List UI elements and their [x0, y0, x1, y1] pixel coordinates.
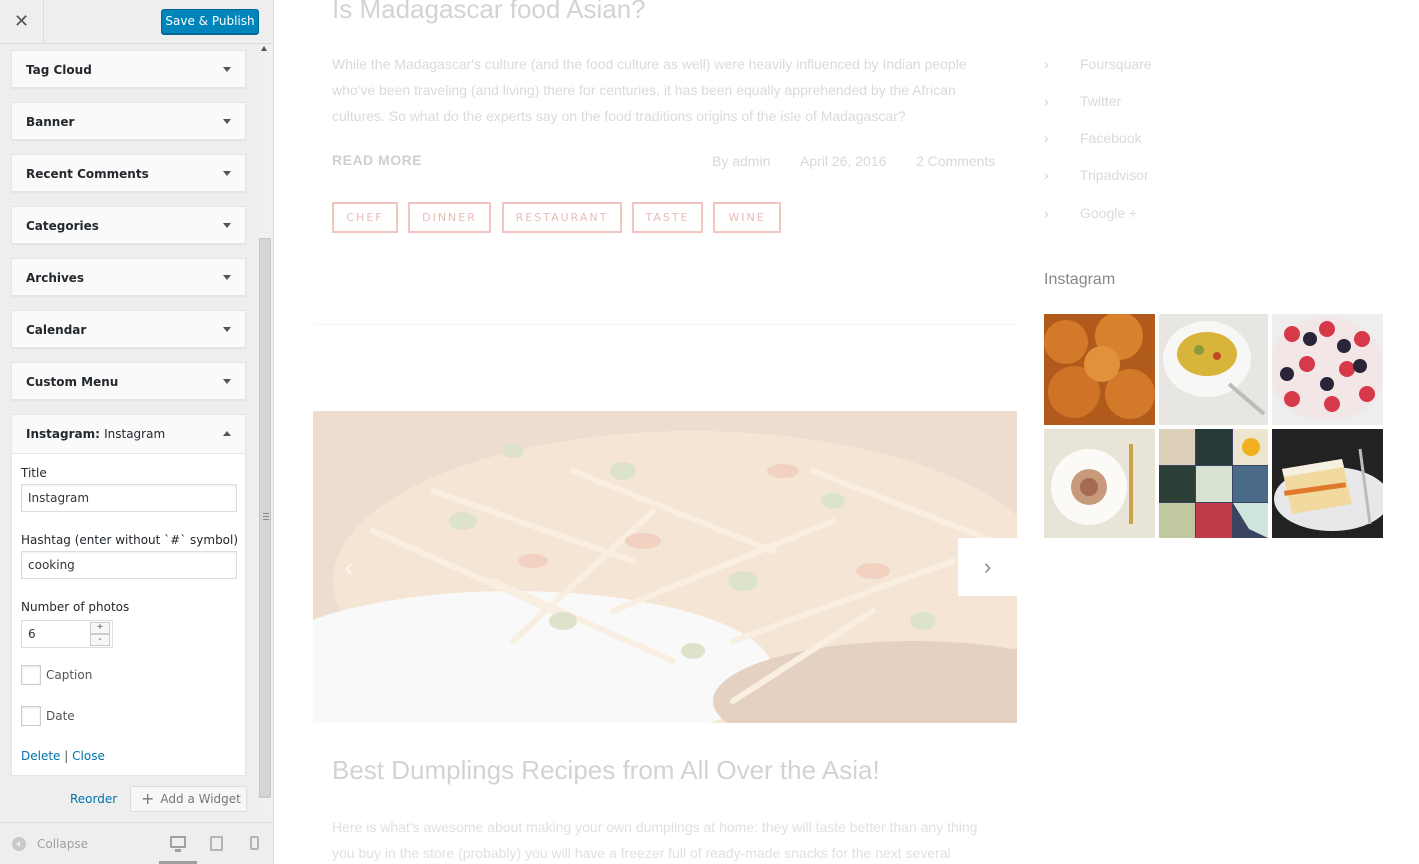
widget-banner[interactable]: Banner: [11, 102, 246, 140]
widget-type-label: Instagram:: [26, 427, 100, 441]
post-comments[interactable]: 2 Comments: [916, 153, 995, 169]
date-label: Date: [46, 709, 75, 723]
chevron-right-icon: ›: [1044, 56, 1049, 72]
chevron-down-icon[interactable]: [223, 379, 231, 384]
widget-tag-cloud[interactable]: Tag Cloud: [11, 50, 246, 88]
chevron-up-icon[interactable]: [223, 431, 231, 436]
widget-title: Custom Menu: [26, 375, 119, 389]
instagram-photo-layer-cake[interactable]: [1272, 429, 1383, 538]
site-preview: Is Madagascar food Asian? While the Mada…: [274, 0, 1419, 864]
tag-dinner[interactable]: DINNER: [408, 202, 491, 233]
social-label: Facebook: [1080, 130, 1142, 146]
post-title[interactable]: Best Dumplings Recipes from All Over the…: [332, 755, 880, 786]
plus-icon: +: [141, 789, 155, 808]
post-excerpt: While the Madagascar's culture (and the …: [332, 56, 967, 124]
read-more-link[interactable]: READ MORE: [332, 152, 422, 168]
title-input[interactable]: Instagram: [21, 484, 237, 512]
date-checkbox[interactable]: [21, 706, 41, 726]
chevron-right-icon: ›: [1044, 205, 1049, 221]
widget-title: Calendar: [26, 323, 87, 337]
widget-recent-comments[interactable]: Recent Comments: [11, 154, 246, 192]
widget-categories[interactable]: Categories: [11, 206, 246, 244]
widget-instagram: Instagram: Instagram Title Instagram Has…: [11, 414, 246, 776]
photos-count-value: 6: [28, 627, 36, 641]
instagram-photo-spaghetti[interactable]: [1044, 429, 1155, 540]
chevron-down-icon[interactable]: [223, 171, 231, 176]
scroll-up-icon[interactable]: [261, 46, 267, 51]
mobile-icon[interactable]: [250, 836, 259, 850]
chevron-down-icon[interactable]: [223, 275, 231, 280]
tag-taste[interactable]: TASTE: [632, 202, 703, 233]
save-publish-button[interactable]: Save & Publish: [161, 9, 259, 34]
chevron-right-icon: ›: [1044, 130, 1049, 146]
widget-instagram-header[interactable]: Instagram: Instagram: [12, 415, 245, 454]
tag-restaurant[interactable]: RESTAURANT: [502, 202, 622, 233]
hashtag-input[interactable]: cooking: [21, 551, 237, 579]
customizer-header: ✕ Save & Publish: [0, 0, 273, 44]
widget-archives[interactable]: Archives: [11, 258, 246, 296]
widget-actions: Delete | Close: [21, 749, 105, 763]
widget-title: Archives: [26, 271, 85, 285]
sidebar-scrollbar[interactable]: [258, 44, 272, 822]
grip-icon: [263, 513, 269, 520]
photos-count-label: Number of photos: [21, 600, 130, 614]
increment-button[interactable]: +: [90, 622, 110, 634]
close-icon[interactable]: ✕: [0, 0, 44, 43]
social-label: Tripadvisor: [1080, 167, 1149, 183]
close-link[interactable]: Close: [72, 749, 105, 763]
delete-link[interactable]: Delete: [21, 749, 60, 763]
scrollbar-thumb[interactable]: [259, 238, 271, 798]
customizer-sidebar: ✕ Save & Publish Tag Cloud Banner Recent…: [0, 0, 274, 864]
post-date[interactable]: April 26, 2016: [800, 153, 886, 169]
chevron-down-icon[interactable]: [223, 67, 231, 72]
widget-title: Tag Cloud: [26, 63, 92, 77]
chevron-down-icon[interactable]: [223, 223, 231, 228]
featured-image-slider[interactable]: ‹ ›: [313, 411, 1017, 723]
chevron-right-icon[interactable]: ›: [958, 538, 1017, 596]
tag-wine[interactable]: WINE: [713, 202, 781, 233]
widget-title: Recent Comments: [26, 167, 149, 181]
widget-calendar[interactable]: Calendar: [11, 310, 246, 348]
widget-title: Banner: [26, 115, 75, 129]
instagram-photo-rice-bowl[interactable]: [1159, 314, 1268, 425]
widget-list: Tag Cloud Banner Recent Comments Categor…: [0, 44, 258, 822]
collapse-icon[interactable]: [12, 837, 26, 851]
post-author[interactable]: By admin: [712, 153, 770, 169]
add-widget-button[interactable]: + Add a Widget: [130, 786, 247, 812]
post-excerpt: Here is what's awesome about making your…: [332, 819, 978, 861]
post-title[interactable]: Is Madagascar food Asian?: [332, 0, 646, 25]
instagram-photo-berry-cake[interactable]: [1272, 314, 1383, 425]
widget-title: Instagram: Instagram: [26, 415, 165, 454]
chevron-left-icon[interactable]: ‹: [327, 538, 371, 596]
caption-label: Caption: [46, 668, 93, 682]
customizer-footer: Collapse: [0, 822, 273, 864]
social-label: Twitter: [1080, 93, 1122, 109]
separator: |: [64, 749, 69, 763]
instagram-photo-buns[interactable]: [1044, 314, 1155, 425]
chevron-right-icon: ›: [1044, 93, 1049, 109]
social-label: Google +: [1080, 205, 1138, 221]
widget-instance-name: Instagram: [104, 427, 166, 441]
widget-title: Categories: [26, 219, 99, 233]
widget-custom-menu[interactable]: Custom Menu: [11, 362, 246, 400]
reorder-link[interactable]: Reorder: [70, 792, 117, 806]
chevron-down-icon[interactable]: [223, 327, 231, 332]
collapse-label[interactable]: Collapse: [37, 837, 88, 851]
instagram-photo-sushi-collage[interactable]: [1159, 429, 1268, 540]
instagram-heading: Instagram: [1044, 271, 1116, 288]
chevron-right-icon: ›: [1044, 167, 1049, 183]
chevron-down-icon[interactable]: [223, 119, 231, 124]
caption-checkbox[interactable]: [21, 665, 41, 685]
social-label: Foursquare: [1080, 56, 1152, 72]
image-overlay: [313, 411, 1017, 723]
title-label: Title: [21, 466, 47, 480]
decrement-button[interactable]: -: [90, 634, 110, 646]
photos-count-stepper[interactable]: 6 + -: [21, 620, 113, 648]
divider: [314, 324, 1017, 325]
hashtag-label: Hashtag (enter without `#` symbol): [21, 533, 239, 547]
desktop-icon[interactable]: [170, 836, 186, 852]
tag-chef[interactable]: CHEF: [332, 202, 398, 233]
add-widget-label: Add a Widget: [160, 792, 241, 806]
tablet-icon[interactable]: [210, 836, 223, 851]
